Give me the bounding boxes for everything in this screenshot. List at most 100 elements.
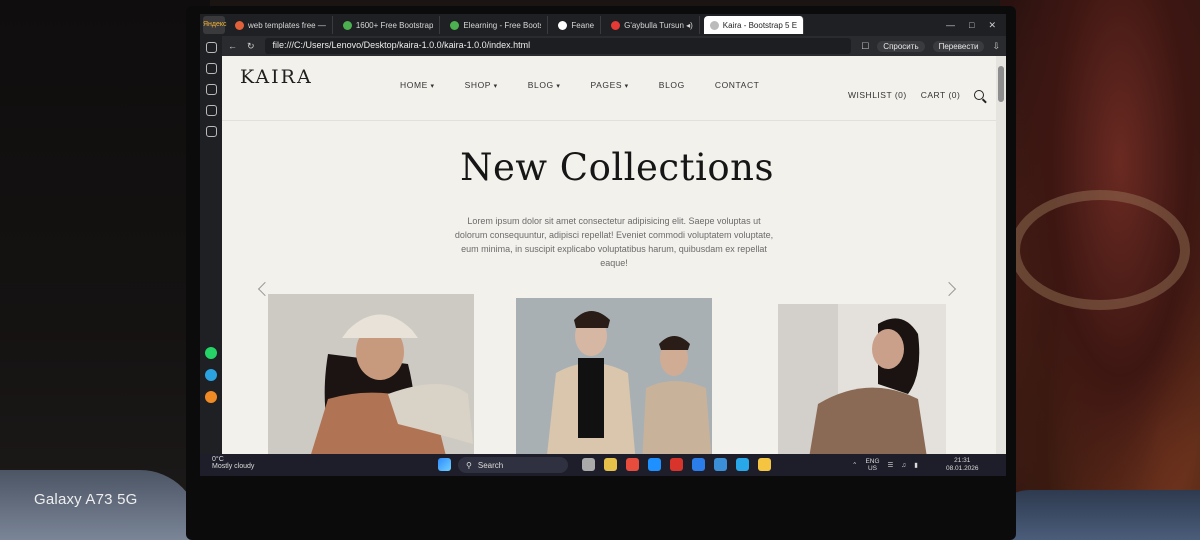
wifi-icon[interactable]: ☰: [888, 461, 894, 469]
telegram-icon[interactable]: [205, 369, 217, 381]
nav-item[interactable]: SHOP: [465, 80, 498, 90]
laptop-screen: Яндекс web templates free — 1600+ Free Bo…: [200, 14, 1006, 476]
address-bar: ← ↻ file:///C:/Users/Lenovo/Desktop/kair…: [222, 36, 1006, 56]
weather-widget[interactable]: 0°C Mostly cloudy: [212, 456, 254, 470]
nav-item[interactable]: BLOG: [528, 80, 561, 90]
search-icon[interactable]: [974, 90, 985, 100]
browser-tab[interactable]: web templates free —: [229, 16, 333, 34]
whatsapp-icon[interactable]: [205, 347, 217, 359]
browser-tab[interactable]: Feane: [552, 16, 602, 34]
tab-favicon-icon: [709, 20, 719, 30]
tab-label: G'aybulla Tursun ◂): [624, 20, 693, 30]
photo-background-left: [0, 0, 210, 540]
taskbar-clock[interactable]: 21:31 08.01.2026: [946, 457, 979, 473]
model-in-bucket-hat: [268, 294, 474, 454]
ask-button[interactable]: Спросить: [877, 40, 925, 52]
product-image-3[interactable]: [778, 304, 946, 454]
cart-link[interactable]: CART (0): [921, 90, 961, 100]
edge-icon[interactable]: [648, 458, 661, 471]
vscode-icon[interactable]: [692, 458, 705, 471]
tab-favicon-icon: [558, 20, 568, 30]
tab-label: 1600+ Free Bootstrap: [355, 20, 434, 30]
page-viewport: KAIRA HOME SHOP BLOG PAGES BLOG CONTACT WISHL…: [222, 56, 996, 454]
media-icon[interactable]: [205, 84, 217, 95]
wishlist-link[interactable]: WISHLIST (0): [848, 90, 907, 100]
reload-icon[interactable]: ↻: [247, 41, 255, 52]
browser-tab[interactable]: G'aybulla Tursun ◂): [605, 16, 700, 34]
clock-time: 21:31: [954, 457, 971, 464]
browser-tab[interactable]: 1600+ Free Bootstrap: [337, 16, 441, 34]
product-image-1[interactable]: [268, 294, 474, 454]
tab-label: web templates free —: [248, 20, 326, 30]
tab-favicon-icon: [235, 20, 244, 30]
windows-start-icon[interactable]: [438, 458, 451, 471]
scrollbar-thumb[interactable]: [998, 66, 1004, 102]
minimize-icon[interactable]: —: [946, 20, 955, 31]
yandex-icon[interactable]: [670, 458, 683, 471]
nav-item[interactable]: BLOG: [659, 80, 685, 90]
maximize-icon[interactable]: □: [969, 20, 974, 31]
battery-icon[interactable]: ▮: [914, 461, 918, 469]
notes-icon[interactable]: [205, 105, 217, 116]
language-indicator[interactable]: ENG US: [865, 458, 879, 472]
tab-favicon-icon: [450, 20, 460, 30]
tab-strip: web templates free — 1600+ Free Bootstrap…: [225, 16, 805, 34]
windows-taskbar: 0°C Mostly cloudy ⚲ Search ⌃ ENG US ☰ ♫ …: [200, 454, 1006, 476]
taskbar-search[interactable]: ⚲ Search: [458, 457, 568, 473]
tab-label: Elearning - Free Bootstr: [463, 20, 542, 30]
language-code: ENG: [865, 458, 880, 465]
model-in-plaid-blazer: [778, 304, 946, 454]
two-models-in-coats: [516, 298, 712, 454]
language-region: US: [867, 465, 878, 472]
task-view-icon[interactable]: [582, 458, 595, 471]
browser-tab[interactable]: Kaira - Bootstrap 5 E: [703, 16, 805, 34]
nav-item[interactable]: CONTACT: [715, 80, 760, 90]
rug-ornament: [1010, 190, 1190, 310]
app-icon[interactable]: [205, 391, 217, 403]
product-image-2[interactable]: [516, 298, 712, 454]
chevron-up-icon[interactable]: ⌃: [852, 461, 857, 469]
collections-icon[interactable]: [205, 63, 217, 74]
download-icon[interactable]: ⇩: [992, 41, 1000, 52]
translate-button[interactable]: Перевести: [932, 40, 985, 52]
history-icon[interactable]: [205, 42, 217, 53]
screen-icon[interactable]: [205, 126, 217, 137]
header-actions: WISHLIST (0) CART (0): [848, 90, 985, 100]
browser-sidebar: [200, 36, 222, 454]
system-tray: ⌃ ENG US ☰ ♫ ▮: [852, 458, 918, 472]
zoom-icon[interactable]: [714, 458, 727, 471]
photo-fabric-right: [990, 490, 1200, 540]
weather-condition: Mostly cloudy: [212, 463, 255, 470]
tab-favicon-icon: [342, 20, 352, 30]
widgets-icon[interactable]: [604, 458, 617, 471]
browser-tab[interactable]: Elearning - Free Bootstr: [444, 16, 549, 34]
hero-title: New Collections: [460, 146, 774, 189]
bookmark-icon[interactable]: ☐: [861, 41, 869, 52]
tab-favicon-icon: [611, 20, 621, 30]
camera-watermark: Galaxy A73 5G: [34, 491, 138, 508]
volume-icon[interactable]: ♫: [901, 462, 906, 469]
header-divider: [222, 120, 996, 121]
telegram-taskbar-icon[interactable]: [736, 458, 749, 471]
site-logo[interactable]: KAIRA: [240, 66, 313, 88]
weather-temperature: 0°C: [212, 456, 224, 463]
hero-description: Lorem ipsum dolor sit amet consectetur a…: [454, 216, 774, 268]
yandex-browser-icon[interactable]: [626, 458, 639, 471]
close-icon[interactable]: ✕: [988, 20, 996, 31]
nav-item[interactable]: PAGES: [590, 80, 628, 90]
search-icon: ⚲: [466, 460, 472, 470]
tab-label: Kaira - Bootstrap 5 E: [722, 20, 798, 30]
main-nav: HOME SHOP BLOG PAGES BLOG CONTACT: [400, 80, 759, 90]
browser-tab-bar: Яндекс web templates free — 1600+ Free Bo…: [200, 14, 1006, 36]
back-icon[interactable]: ←: [228, 41, 237, 51]
url-field[interactable]: file:///C:/Users/Lenovo/Desktop/kaira-1.…: [264, 38, 852, 54]
clock-date: 08.01.2026: [946, 465, 979, 472]
yandex-badge[interactable]: Яндекс: [203, 16, 227, 34]
file-explorer-icon[interactable]: [758, 458, 771, 471]
nav-item[interactable]: HOME: [400, 80, 435, 90]
page-scrollbar[interactable]: [996, 56, 1006, 454]
carousel-next-icon[interactable]: [941, 281, 957, 297]
photo-background-rug: [1000, 0, 1200, 540]
tab-label: Feane: [571, 20, 595, 30]
window-controls: — □ ✕: [946, 20, 1006, 31]
